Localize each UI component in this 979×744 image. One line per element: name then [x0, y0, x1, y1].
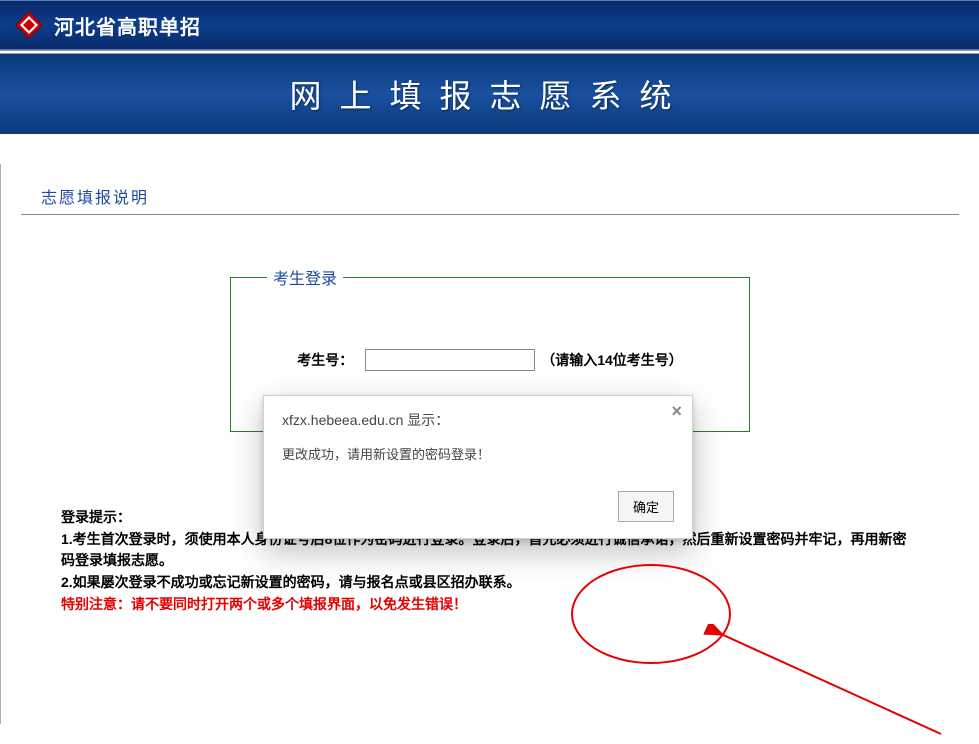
dialog-message: 更改成功，请用新设置的密码登录！: [282, 444, 674, 463]
banner-title: 网上填报志愿系统: [289, 71, 689, 117]
tips-line2: 2.如果屡次登录不成功或忘记新设置的密码，请与报名点或县区招办联系。: [61, 572, 919, 594]
dialog-title: xfzx.hebeea.edu.cn 显示：: [282, 410, 674, 430]
section-title: 志愿填报说明: [41, 190, 149, 207]
site-logo-icon: [14, 10, 44, 40]
site-name: 河北省高职单招: [54, 11, 201, 40]
examno-hint: （请输入14位考生号）: [541, 350, 683, 370]
examno-row: 考生号： （请输入14位考生号）: [261, 349, 719, 371]
login-fieldset: 考生登录 考生号： （请输入14位考生号） × xfzx.hebeea.edu.…: [230, 265, 750, 432]
alert-dialog: × xfzx.hebeea.edu.cn 显示： 更改成功，请用新设置的密码登录…: [263, 395, 693, 539]
content-area: 志愿填报说明 考生登录 考生号： （请输入14位考生号） × xfzx.hebe…: [0, 164, 979, 724]
examno-label: 考生号：: [297, 350, 353, 370]
top-bar: 河北省高职单招: [0, 0, 979, 50]
section-divider: [21, 214, 959, 215]
dialog-close-button[interactable]: ×: [671, 402, 682, 420]
banner: 网上填报志愿系统: [0, 54, 979, 134]
examno-input[interactable]: [365, 349, 535, 371]
login-legend: 考生登录: [267, 265, 343, 289]
dialog-ok-button[interactable]: 确定: [618, 491, 674, 522]
annotation-arrow-icon: [701, 624, 961, 744]
tips-warning: 特别注意：请不要同时打开两个或多个填报界面，以免发生错误！: [61, 594, 919, 616]
